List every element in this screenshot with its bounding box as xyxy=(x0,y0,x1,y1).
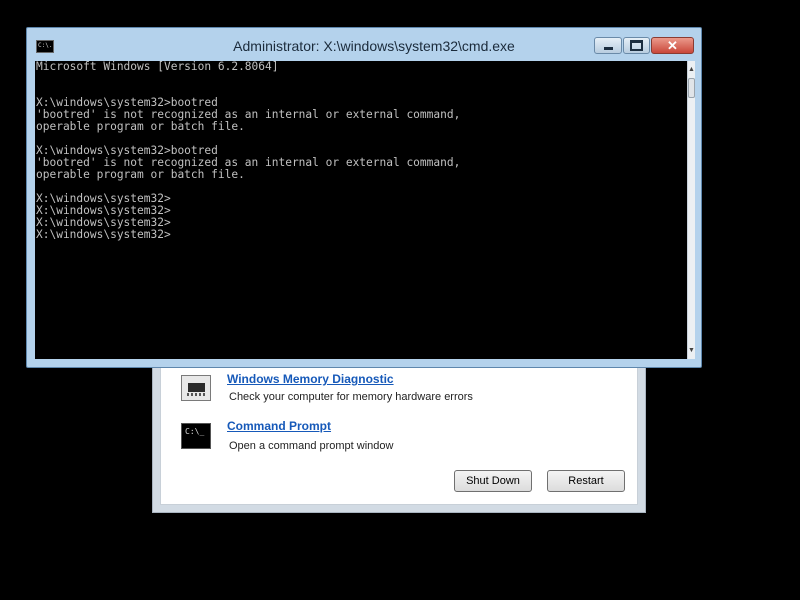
system-recovery-panel: Windows Memory Diagnostic Check your com… xyxy=(152,360,646,513)
console-line: Microsoft Windows [Version 6.2.8064] xyxy=(36,61,279,73)
vertical-scrollbar[interactable]: ▲ ▼ xyxy=(687,61,695,359)
windows-memory-diagnostic-link[interactable]: Windows Memory Diagnostic xyxy=(227,372,394,386)
close-icon: ✕ xyxy=(667,38,678,53)
scrollbar-thumb[interactable] xyxy=(688,78,695,98)
minimize-button[interactable] xyxy=(594,37,622,54)
minimize-icon xyxy=(603,47,613,50)
console-output[interactable]: Microsoft Windows [Version 6.2.8064] X:\… xyxy=(35,61,687,359)
command-prompt-link[interactable]: Command Prompt xyxy=(227,419,331,433)
console-line: operable program or batch file. xyxy=(36,168,245,181)
maximize-button[interactable] xyxy=(623,37,650,54)
console-line xyxy=(35,73,687,85)
command-prompt-description: Open a command prompt window xyxy=(229,440,394,452)
cmd-window: C:\. Administrator: X:\windows\system32\… xyxy=(26,27,702,368)
scroll-up-arrow-icon[interactable]: ▲ xyxy=(688,63,695,76)
command-prompt-icon[interactable]: C:\_ xyxy=(181,423,211,449)
recovery-tools-list: Windows Memory Diagnostic Check your com… xyxy=(160,361,638,505)
console-line: operable program or batch file. xyxy=(36,120,245,133)
memory-diagnostic-description: Check your computer for memory hardware … xyxy=(229,391,473,403)
memory-chip-icon[interactable] xyxy=(181,375,211,401)
restart-button[interactable]: Restart xyxy=(547,470,625,492)
scroll-down-arrow-icon[interactable]: ▼ xyxy=(688,344,695,357)
maximize-icon xyxy=(630,40,643,51)
console-line: X:\windows\system32> xyxy=(36,228,171,241)
cmd-titlebar[interactable]: C:\. Administrator: X:\windows\system32\… xyxy=(27,28,701,61)
close-button[interactable]: ✕ xyxy=(651,37,694,54)
shut-down-button[interactable]: Shut Down xyxy=(454,470,532,492)
